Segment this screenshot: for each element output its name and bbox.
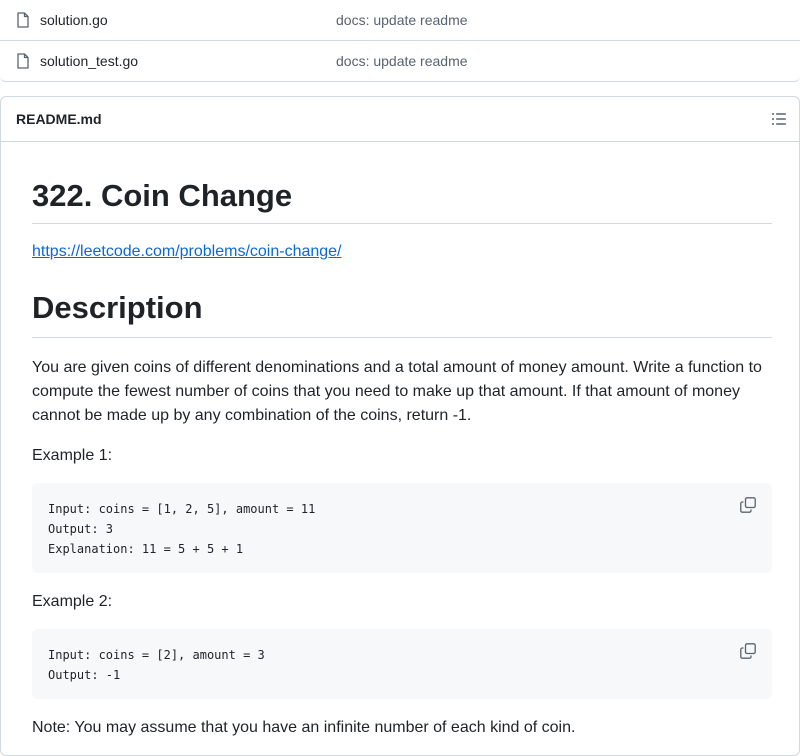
list-unordered-icon[interactable] [769, 109, 789, 129]
page-title: 322. Coin Change [32, 178, 293, 213]
readme-title[interactable]: README.md [16, 111, 102, 127]
readme-panel: README.md 322. Coin Change https://leetc… [0, 96, 800, 756]
file-name-link[interactable]: solution_test.go [40, 53, 138, 69]
example-1-label: Example 1: [32, 447, 113, 464]
file-icon [15, 12, 31, 28]
problem-link[interactable]: https://leetcode.com/problems/coin-chang… [32, 243, 342, 261]
file-row[interactable]: solution.go docs: update readme [0, 0, 800, 40]
file-name-link[interactable]: solution.go [40, 12, 108, 28]
commit-message-link[interactable]: docs: update readme [336, 53, 468, 69]
code-block-example-2: Input: coins = [2], amount = 3 Output: -… [32, 629, 772, 699]
heading-divider [32, 337, 772, 338]
description-heading: Description [32, 290, 203, 325]
example-2-label: Example 2: [32, 593, 113, 610]
file-row[interactable]: solution_test.go docs: update readme [0, 40, 800, 81]
code-line: Input: coins = [2], amount = 3 [48, 648, 265, 662]
heading-divider [32, 223, 772, 224]
readme-header: README.md [1, 97, 799, 142]
code-line: Input: coins = [1, 2, 5], amount = 11 [48, 502, 316, 516]
code-block-example-1: Input: coins = [1, 2, 5], amount = 11 Ou… [32, 483, 772, 573]
code-line: Output: -1 [48, 668, 121, 682]
commit-message-link[interactable]: docs: update readme [336, 12, 468, 28]
copy-icon[interactable] [738, 495, 758, 515]
note-text: Note: You may assume that you have an in… [32, 719, 576, 736]
code-line: Explanation: 11 = 5 + 5 + 1 [48, 542, 244, 556]
file-icon [15, 53, 31, 69]
file-list: solution.go docs: update readme solution… [0, 0, 800, 82]
description-text: You are given coins of different denomin… [32, 359, 762, 424]
copy-icon[interactable] [738, 641, 758, 661]
code-line: Output: 3 [48, 522, 114, 536]
